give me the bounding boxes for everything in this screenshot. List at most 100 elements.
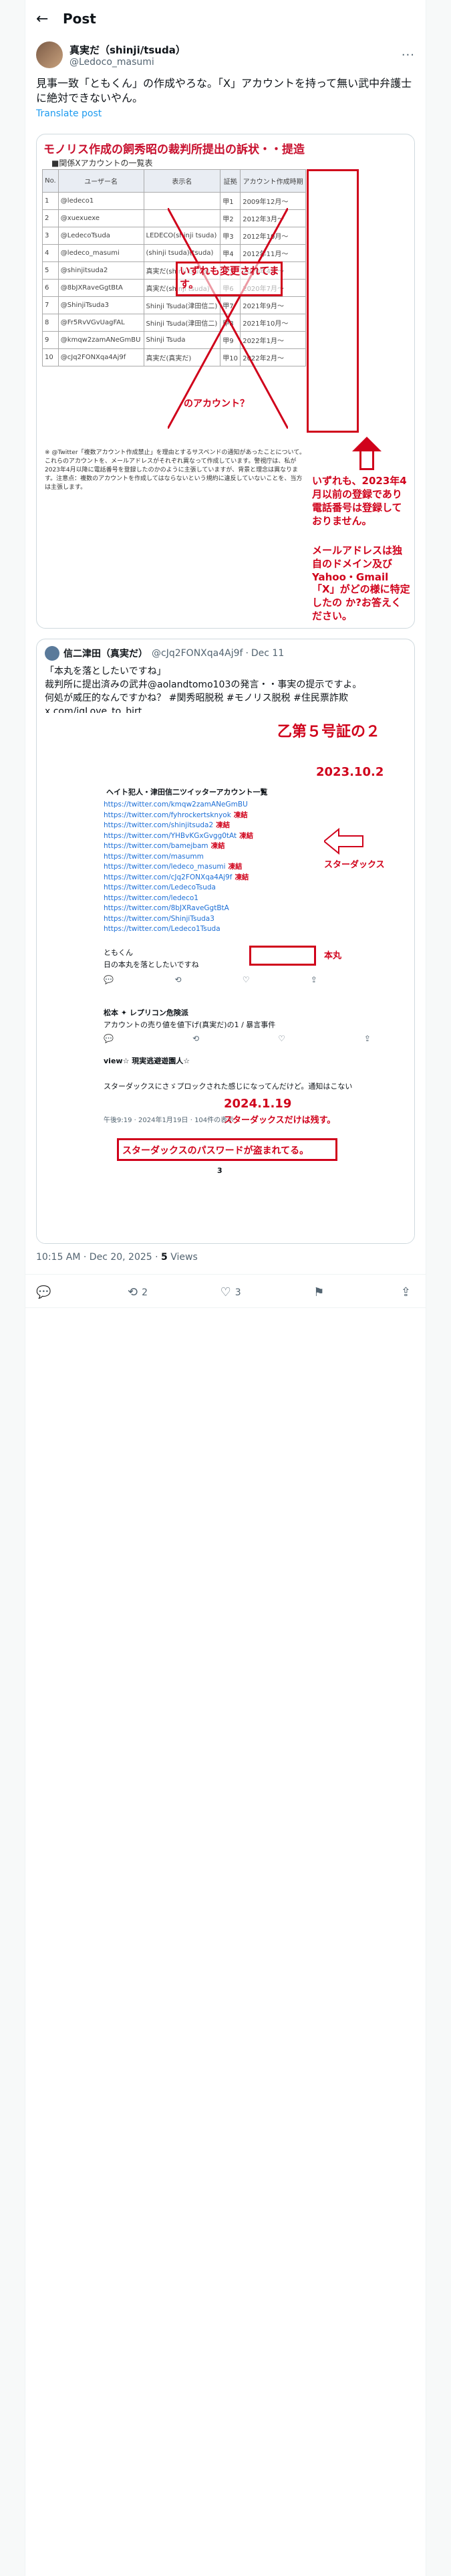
inner-text-1: 日の本丸を落としたいですね (104, 960, 199, 969)
quote-text: 「本丸を落としたいですね」 裁判所に提出済みの武井@aolandtomo103の… (45, 666, 362, 717)
retweet-count: 2 (142, 1287, 148, 1298)
account-link: https://twitter.com/Ledeco1Tsuda (104, 925, 220, 933)
inner-actions-2: 💬 ⟲ ♡ ⇪ (104, 1034, 371, 1043)
retweet-button[interactable]: ⟲ 2 (128, 1285, 148, 1299)
table-cell: @ShinjiTsuda3 (57, 296, 144, 314)
retweet-icon: ⟲ (127, 1285, 138, 1299)
post-column: ← Post 真実だ（shinji/tsuda） @Ledoco_masumi … (25, 0, 426, 2576)
account-link: https://twitter.com/ledeco_masumi (104, 863, 226, 871)
right-note-2: メールアドレスは独自のドメイン及び Yahoo・Gmail (312, 544, 403, 583)
post-text: 見事一致「ともくん」の作成やろな。「X」アカウントを持って無い武中弁護士に絶対で… (36, 77, 412, 104)
page-title: Post (63, 11, 96, 27)
date-column-highlight (307, 169, 359, 433)
table-cell: 1 (42, 192, 59, 210)
bookmark-button[interactable]: ⚑ (313, 1285, 328, 1299)
quote-date: Dec 11 (251, 648, 285, 659)
table-cell: @Fr5RvVGvUagFAL (57, 314, 144, 332)
views-label: Views (170, 1252, 198, 1263)
account-link: https://twitter.com/8bJXRaveGgtBtA (104, 904, 229, 912)
table-cell: @ledeco1 (57, 192, 144, 210)
table-cell: 甲1 (220, 192, 241, 210)
like-count: 3 (235, 1287, 241, 1298)
inner-text-2: アカウントの売り値を値下げ(真実だ)の1 / 暴言事件 (104, 1021, 276, 1029)
up-arrow-icon (352, 437, 382, 451)
back-arrow-icon[interactable]: ← (36, 11, 63, 27)
share-button[interactable]: ⇪ (401, 1285, 415, 1299)
share-icon: ⇪ (363, 1034, 371, 1043)
table-cell: 5 (42, 261, 59, 280)
table-header-row: No. ユーザー名 表示名 証拠 アカウント作成時期 (42, 169, 306, 193)
frozen-badge: 凍結 (228, 863, 243, 871)
table-cell: 6 (42, 279, 59, 297)
reply-button[interactable]: 💬 (36, 1285, 55, 1299)
translate-link[interactable]: Translate post (25, 106, 426, 119)
list-item: https://twitter.com/bamejbam 凍結 (104, 841, 331, 852)
table-cell: @cJq2FONXqa4Aj9f (57, 348, 144, 366)
right-note-3: 「X」がどの様に特定したの か?お答えください。 (312, 583, 410, 622)
column-header: No. (42, 169, 59, 193)
like-icon: ♡ (278, 1034, 285, 1043)
list-item: https://twitter.com/cJq2FONXqa4Aj9f 凍結 (104, 873, 331, 883)
right-gutter (426, 0, 451, 2576)
date-label-1: 2023.10.2 (316, 765, 384, 779)
attached-image[interactable]: モノリス作成の飼秀昭の裁判所提出の訴状・・提造 ■関係Xアカウントの一覧表 No… (36, 134, 415, 629)
image-body-text: ※ @Twitter「複数アカウント作成禁止」を理由とするサスペンドの通知があっ… (45, 449, 305, 491)
more-options-icon[interactable]: ··· (402, 48, 415, 62)
account-link: https://twitter.com/LedecoTsuda (104, 883, 216, 891)
account-link: https://twitter.com/shinjitsuda2 (104, 821, 214, 829)
inner-meta-3: 午後9:19 · 2024年1月19日 · 104件の表示 (104, 1117, 235, 1124)
avatar[interactable] (36, 41, 63, 68)
column-header: ユーザー名 (57, 169, 144, 193)
post-timestamp[interactable]: 10:15 AM · Dec 20, 2025 · (36, 1252, 161, 1263)
divider (25, 1307, 426, 1308)
up-arrow-stem (359, 451, 374, 470)
table-cell: @8bJXRaveGgtBtA (57, 279, 144, 297)
table-cell: 4 (42, 244, 59, 262)
table-cell: 10 (42, 348, 59, 366)
column-header: アカウント作成時期 (240, 169, 306, 193)
table-cell: 7 (42, 296, 59, 314)
share-icon: ⇪ (400, 1285, 411, 1299)
table-cell: 3 (42, 227, 59, 245)
evidence-stamp: 乙第５号証の２ (277, 724, 381, 740)
divider (25, 1274, 426, 1275)
table-cell: 2 (42, 209, 59, 227)
list-item: https://twitter.com/8bJXRaveGgtBtA (104, 903, 331, 914)
list-item: https://twitter.com/masumm (104, 852, 331, 863)
cross-mark-icon (168, 208, 288, 429)
list-title: ヘイト犯人・津田信二ツイッターアカウント一覧 (106, 788, 268, 796)
header: ← Post (25, 0, 426, 37)
quote-avatar (45, 646, 59, 661)
account-link: https://twitter.com/ShinjiTsuda3 (104, 914, 214, 923)
account-link-list: https://twitter.com/kmqw2zamANeGmBU https… (104, 800, 331, 935)
frozen-badge: 凍結 (239, 831, 254, 840)
share-icon: ⇪ (310, 975, 317, 984)
quote-handle: @cJq2FONXqa4Aj9f (152, 648, 243, 659)
list-item: https://twitter.com/LedecoTsuda (104, 883, 331, 893)
table-cell: @xuexuexe (57, 209, 144, 227)
quoted-post[interactable]: 信二津田（真実だ） @cJq2FONXqa4Aj9f · Dec 11 「本丸を… (36, 639, 415, 1244)
bookmark-icon: ⚑ (313, 1285, 325, 1299)
reply-icon: 💬 (36, 1285, 51, 1299)
table-cell: 9 (42, 331, 59, 349)
frozen-badge: 凍結 (210, 842, 225, 850)
like-icon: ♡ (242, 975, 250, 984)
column-header: 証拠 (220, 169, 241, 193)
table-row: 1 @ledeco1 甲1 2009年12月〜 (42, 192, 306, 210)
honmaru-label: 本丸 (324, 951, 342, 961)
account-link: https://twitter.com/cJq2FONXqa4Aj9f (104, 873, 233, 881)
author-handle[interactable]: @Ledoco_masumi (69, 57, 186, 68)
account-link: https://twitter.com/ledeco1 (104, 893, 198, 902)
author-name[interactable]: 真実だ（shinji/tsuda） (69, 43, 186, 57)
image-title: モノリス作成の飼秀昭の裁判所提出の訴状・・提造 (43, 143, 305, 156)
list-item: https://twitter.com/Ledeco1Tsuda (104, 924, 331, 935)
list-item: https://twitter.com/fyhrockertsknyok 凍結 (104, 811, 331, 821)
quote-image[interactable]: 乙第５号証の２ 2023.10.2 ヘイト犯人・津田信二ツイッターアカウント一覧… (37, 713, 414, 1243)
left-arrow-icon (324, 828, 363, 855)
account-note: のアカウント？ (184, 399, 249, 409)
inner-text-3: スターダックスにさゞプロックされた感じになってんだけど。通知はこない (104, 1082, 353, 1091)
views-count: 5 (161, 1252, 168, 1263)
action-bar: 💬 ⟲ 2 ♡ 3 ⚑ ⇪ (36, 1285, 415, 1299)
account-link: https://twitter.com/bamejbam (104, 842, 208, 850)
like-button[interactable]: ♡ 3 (220, 1285, 241, 1299)
